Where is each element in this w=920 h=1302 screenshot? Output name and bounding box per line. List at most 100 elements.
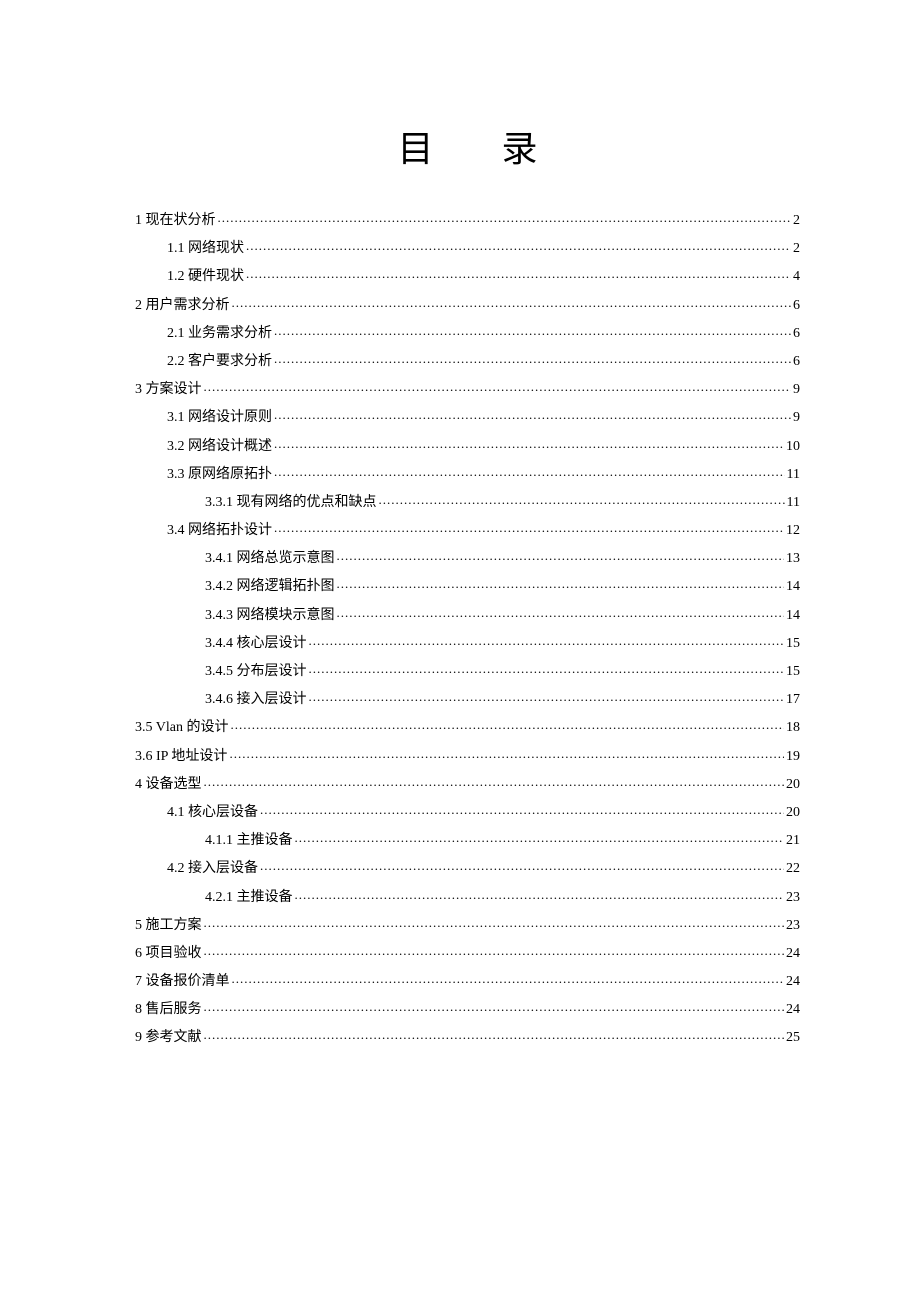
toc-leader-dots xyxy=(274,464,785,478)
toc-entry-label: 7 设备报价清单 xyxy=(135,975,230,989)
toc-entry-label: 4.2 接入层设备 xyxy=(167,862,258,876)
toc-entry-label: 9 参考文献 xyxy=(135,1031,202,1045)
toc-entry-label: 2.1 业务需求分析 xyxy=(167,327,272,341)
toc-entry[interactable]: 2.1 业务需求分析6 xyxy=(135,323,800,341)
toc-entry-page: 21 xyxy=(786,834,800,848)
toc-entry[interactable]: 3 方案设计9 xyxy=(135,379,800,397)
toc-leader-dots xyxy=(260,858,784,872)
toc-entry-page: 20 xyxy=(786,778,800,792)
toc-entry-page: 24 xyxy=(786,975,800,989)
toc-entry[interactable]: 6 项目验收 24 xyxy=(135,943,800,961)
toc-leader-dots xyxy=(204,1027,785,1041)
toc-entry-label: 3.4.4 核心层设计 xyxy=(205,637,307,651)
toc-leader-dots xyxy=(260,802,784,816)
toc-leader-dots xyxy=(204,379,792,393)
toc-entry-label: 3.4 网络拓扑设计 xyxy=(167,524,272,538)
toc-entry[interactable]: 8 售后服务 24 xyxy=(135,999,800,1017)
toc-entry-label: 3.2 网络设计概述 xyxy=(167,440,272,454)
toc-entry[interactable]: 3.4.6 接入层设计17 xyxy=(135,689,800,707)
toc-leader-dots xyxy=(204,999,785,1013)
toc-leader-dots xyxy=(230,717,784,731)
toc-entry-label: 4.1 核心层设备 xyxy=(167,806,258,820)
toc-entry[interactable]: 1.2 硬件现状 4 xyxy=(135,266,800,284)
toc-entry-label: 3.4.2 网络逻辑拓扑图 xyxy=(205,580,335,594)
toc-leader-dots xyxy=(379,492,785,506)
toc-entry[interactable]: 7 设备报价清单 24 xyxy=(135,971,800,989)
toc-entry-label: 4.1.1 主推设备 xyxy=(205,834,293,848)
toc-entry-label: 6 项目验收 xyxy=(135,947,202,961)
toc-entry-page: 6 xyxy=(793,355,800,369)
toc-entry-label: 4.2.1 主推设备 xyxy=(205,891,293,905)
toc-entry[interactable]: 4.2.1 主推设备 23 xyxy=(135,887,800,905)
title-char-2: 录 xyxy=(502,120,538,172)
toc-entry[interactable]: 3.4.1 网络总览示意图13 xyxy=(135,548,800,566)
toc-entry-label: 3.4.3 网络模块示意图 xyxy=(205,609,335,623)
toc-entry[interactable]: 2 用户需求分析 6 xyxy=(135,295,800,313)
toc-entry[interactable]: 3.4 网络拓扑设计12 xyxy=(135,520,800,538)
toc-leader-dots xyxy=(204,943,785,957)
toc-entry-page: 9 xyxy=(793,411,800,425)
toc-entry-page: 24 xyxy=(786,947,800,961)
toc-entry[interactable]: 3.4.3 网络模块示意图 14 xyxy=(135,605,800,623)
toc-title: 目 录 xyxy=(135,120,800,172)
toc-entry-page: 10 xyxy=(786,440,800,454)
toc-entry[interactable]: 4.1 核心层设备 20 xyxy=(135,802,800,820)
toc-entry-page: 6 xyxy=(793,299,800,313)
toc-entry-page: 4 xyxy=(793,270,800,284)
toc-entry[interactable]: 2.2 客户要求分析 6 xyxy=(135,351,800,369)
toc-entry-page: 15 xyxy=(786,665,800,679)
toc-entry-label: 3.4.6 接入层设计 xyxy=(205,693,307,707)
toc-entry-page: 19 xyxy=(786,750,800,764)
toc-entry-label: 3.1 网络设计原则 xyxy=(167,411,272,425)
toc-leader-dots xyxy=(246,266,791,280)
toc-entry-label: 1.1 网络现状 xyxy=(167,242,244,256)
toc-entry[interactable]: 9 参考文献25 xyxy=(135,1027,800,1045)
toc-entry-page: 2 xyxy=(793,214,800,228)
toc-entry[interactable]: 3.3.1 现有网络的优点和缺点11 xyxy=(135,492,800,510)
toc-entry-label: 3.4.5 分布层设计 xyxy=(205,665,307,679)
toc-entry[interactable]: 3.4.4 核心层设计 15 xyxy=(135,633,800,651)
toc-leader-dots xyxy=(274,436,784,450)
toc-entry[interactable]: 4.1.1 主推设备 21 xyxy=(135,830,800,848)
toc-leader-dots xyxy=(274,407,791,421)
toc-entry-page: 24 xyxy=(786,1003,800,1017)
toc-entry[interactable]: 3.6 IP 地址设计19 xyxy=(135,746,800,764)
toc-entry[interactable]: 3.3 原网络原拓扑11 xyxy=(135,464,800,482)
toc-entry[interactable]: 3.4.2 网络逻辑拓扑图14 xyxy=(135,576,800,594)
toc-entry-page: 13 xyxy=(786,552,800,566)
toc-entry[interactable]: 4 设备选型20 xyxy=(135,774,800,792)
toc-leader-dots xyxy=(337,605,785,619)
toc-entry-label: 3.3 原网络原拓扑 xyxy=(167,468,272,482)
toc-leader-dots xyxy=(309,661,785,675)
toc-leader-dots xyxy=(204,774,785,788)
toc-leader-dots xyxy=(229,746,784,760)
toc-entry-label: 1.2 硬件现状 xyxy=(167,270,244,284)
toc-entry-page: 23 xyxy=(786,891,800,905)
toc-entry[interactable]: 3.2 网络设计概述 10 xyxy=(135,436,800,454)
toc-entry-label: 8 售后服务 xyxy=(135,1003,202,1017)
toc-entry-label: 2 用户需求分析 xyxy=(135,299,230,313)
toc-leader-dots xyxy=(232,295,792,309)
toc-entry-page: 14 xyxy=(786,609,800,623)
toc-entry-label: 3.3.1 现有网络的优点和缺点 xyxy=(205,496,377,510)
toc-leader-dots xyxy=(337,576,785,590)
toc-entry[interactable]: 3.4.5 分布层设计 15 xyxy=(135,661,800,679)
toc-entry-page: 15 xyxy=(786,637,800,651)
toc-entry-label: 2.2 客户要求分析 xyxy=(167,355,272,369)
toc-entry-page: 20 xyxy=(786,806,800,820)
toc-leader-dots xyxy=(274,520,784,534)
document-page: 目 录 1 现在状分析21.1 网络现状21.2 硬件现状42 用户需求分析62… xyxy=(0,0,920,1045)
toc-entry[interactable]: 1 现在状分析2 xyxy=(135,210,800,228)
toc-entry[interactable]: 4.2 接入层设备 22 xyxy=(135,858,800,876)
toc-entry-page: 2 xyxy=(793,242,800,256)
toc-leader-dots xyxy=(274,323,791,337)
toc-leader-dots xyxy=(337,548,785,562)
toc-entry[interactable]: 3.1 网络设计原则 9 xyxy=(135,407,800,425)
toc-leader-dots xyxy=(204,915,785,929)
toc-entry[interactable]: 3.5 Vlan 的设计18 xyxy=(135,717,800,735)
toc-entry-page: 22 xyxy=(786,862,800,876)
toc-entry[interactable]: 1.1 网络现状 2 xyxy=(135,238,800,256)
toc-leader-dots xyxy=(295,830,785,844)
toc-entry[interactable]: 5 施工方案23 xyxy=(135,915,800,933)
toc-leader-dots xyxy=(218,210,792,224)
